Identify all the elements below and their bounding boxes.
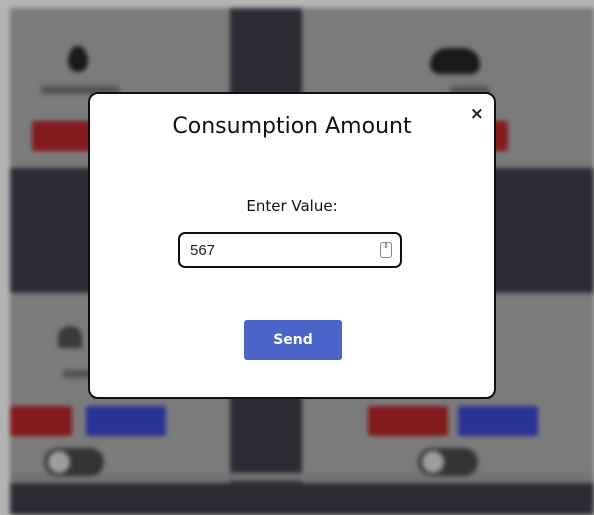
modal-title: Consumption Amount	[172, 114, 412, 139]
value-input-wrapper[interactable]: ⇕	[178, 232, 402, 268]
value-input[interactable]	[180, 234, 370, 266]
field-label: Enter Value:	[246, 197, 338, 215]
send-button[interactable]: Send	[244, 320, 342, 360]
consumption-modal: Consumption Amount × Enter Value: ⇕ Send	[88, 92, 496, 399]
number-spinner-icon[interactable]: ⇕	[380, 242, 392, 258]
close-icon[interactable]: ×	[470, 106, 484, 123]
